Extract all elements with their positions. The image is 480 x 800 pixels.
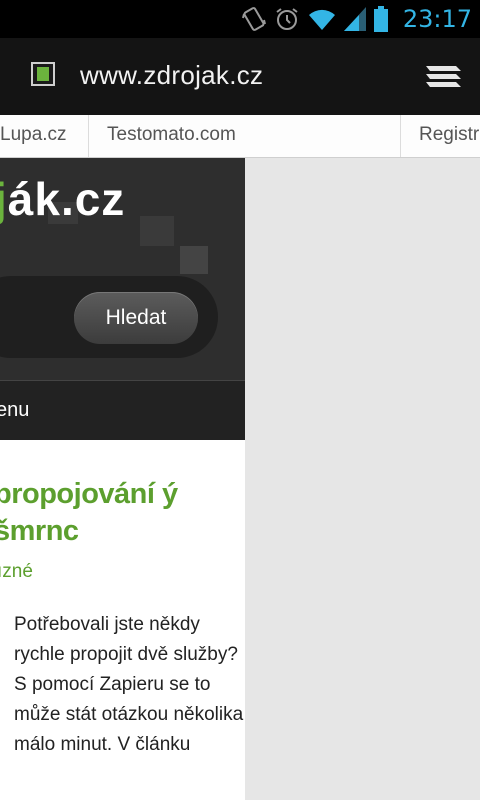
search-button[interactable]: Hledat [74,292,198,344]
article-title[interactable]: propojování ý šmrnc [0,476,244,550]
article-category[interactable]: ızné [0,561,33,583]
tabs-menu-icon[interactable] [426,64,462,90]
menu-link[interactable]: enu [0,399,29,422]
bookmark-testomato[interactable]: Testomato.com [107,115,236,157]
site-logo[interactable]: ják.cz [0,172,125,226]
bookmark-divider [400,115,401,157]
status-bar: 23:17 [0,0,480,38]
wifi-icon [309,9,335,30]
alarm-icon [276,8,298,30]
header-decoration [180,246,208,274]
bookmark-divider [88,115,89,157]
vibrate-icon [242,7,266,31]
web-page: ják.cz Hledat enu propojování ý šmrnc ız… [0,158,245,800]
favicon-icon [31,62,55,86]
article-excerpt: Potřebovali jste někdy rychle propojit d… [14,614,244,755]
logo-text: ák.cz [7,173,126,225]
bookmark-registr[interactable]: Registr [419,115,479,157]
bookmark-lupa[interactable]: Lupa.cz [0,115,67,157]
battery-icon [374,6,388,32]
url-field[interactable]: www.zdrojak.cz [80,60,263,91]
site-header: ják.cz Hledat [0,158,245,380]
site-navbar: enu [0,380,245,441]
browser-url-bar: www.zdrojak.cz [0,38,480,115]
status-time: 23:17 [402,5,472,33]
article-card: propojování ý šmrnc ızné Potřebovali jst… [0,440,245,800]
signal-icon [344,7,366,31]
status-icons [242,6,388,32]
header-decoration [140,216,174,246]
logo-letter: j [0,173,8,225]
bookmark-bar: Lupa.cz Testomato.com Registr [0,115,480,158]
